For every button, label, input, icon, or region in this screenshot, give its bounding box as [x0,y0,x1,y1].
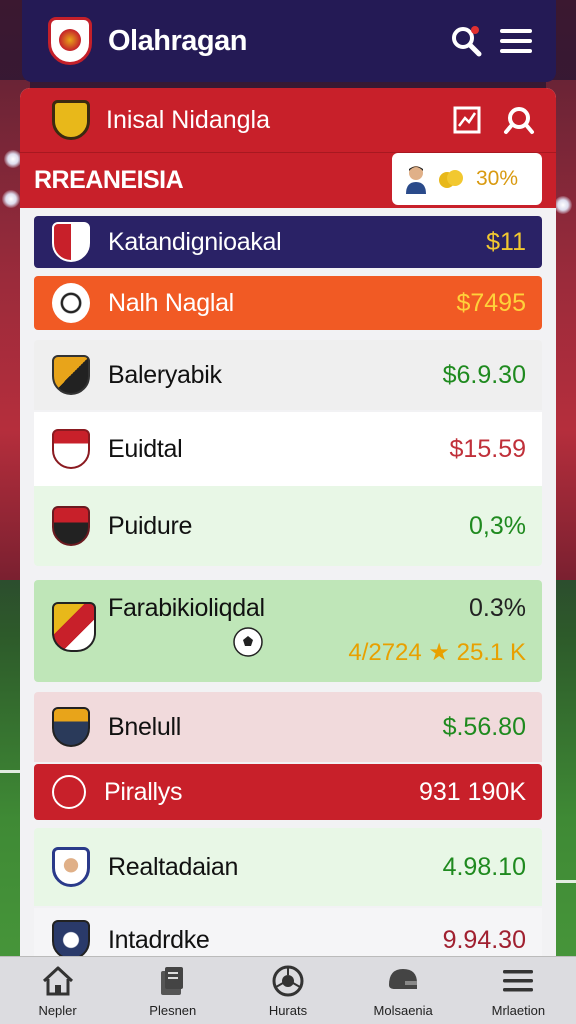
floodlight [2,190,20,208]
ball-icon [272,965,304,997]
club-crest-icon [52,707,90,747]
list-item[interactable]: Bnelull $.56.80 [34,692,542,762]
team-name: Euidtal [108,434,183,463]
floodlight [554,196,572,214]
club-crest-icon [52,602,96,652]
home-icon [42,966,73,996]
club-crest-icon [52,355,90,395]
panel-title: Inisal Nidangla [106,105,270,134]
club-crest-icon [52,222,90,262]
menu-icon [503,970,534,992]
league-summary-card[interactable]: 30% [392,153,542,205]
list-item[interactable]: Baleryabik $6.9.30 [34,340,542,410]
nav-item-results[interactable]: Hurats [238,963,338,1018]
list-item[interactable]: Katandignioakal $11 [34,216,542,268]
pitch-line [556,880,576,883]
app-title: Olahragan [108,24,247,57]
list-item[interactable]: Nalh Naglal $7495 [34,276,542,330]
club-crest-icon [52,775,86,809]
nav-label: Molsaenia [373,1003,433,1018]
standings-panel: Inisal Nidangla RREANEISIA 30% Katandign… [20,88,556,968]
league-percentage: 30% [476,167,519,190]
helmet-icon [389,969,418,989]
search-icon [504,107,534,134]
search-icon [452,26,482,57]
team-value: $.56.80 [442,712,526,741]
bottom-navigation: Nepler Plesnen Hurats Molsaenia Mrlaetio… [0,956,576,1024]
nav-item-team[interactable]: Molsaenia [353,963,453,1018]
team-name: Realtadaian [108,852,239,881]
list-item[interactable]: Realtadaian 4.98.10 [34,828,542,906]
football-icon [233,627,263,657]
team-value: 0.3% [469,594,526,622]
clipboard-icon [160,967,183,995]
team-value: 4.98.10 [442,852,526,881]
club-crest-icon [52,429,90,469]
team-value: $6.9.30 [442,360,526,389]
club-crest-icon [52,100,90,140]
nav-label: Mrlaetion [491,1003,546,1018]
nav-label: Nepler [38,1003,77,1018]
list-item-highlight[interactable]: Pirallys 931 190K [34,764,542,820]
team-value: $11 [486,227,526,256]
team-name: Katandignioakal [108,227,282,256]
team-name: Farabikioliqdal [108,594,265,622]
club-crest-icon [52,283,90,323]
panel-header: Inisal Nidangla [20,88,556,152]
pitch-line [0,770,20,773]
team-name: Nalh Naglal [108,288,234,317]
club-crest-icon [52,920,90,960]
team-name: Puidure [108,511,193,540]
team-name: Bnelull [108,712,181,741]
team-name: Intadrdke [108,925,210,954]
hamburger-icon [500,29,532,53]
menu-button[interactable] [494,19,538,63]
chart-icon [453,106,481,134]
app-header: Olahragan [22,0,556,82]
club-crest-icon [52,847,90,887]
player-avatar-icon [406,166,426,194]
nav-item-more[interactable]: Mrlaetion [468,963,568,1018]
league-bar[interactable]: RREANEISIA 30% [20,152,556,208]
club-crest-icon [52,506,90,546]
team-sub-value: 4/2724 ★ 25.1 K [348,639,526,666]
list-item[interactable]: Puidure 0,3% [34,486,542,566]
team-value: 9.94.30 [442,925,526,954]
nav-item-schedule[interactable]: Plesnen [123,963,223,1018]
nav-label: Hurats [268,1003,308,1018]
team-value: $7495 [456,288,526,317]
team-value: $15.59 [449,434,526,463]
list-item-featured[interactable]: Farabikioliqdal 4/2724 ★ 25.1 K 0.3% [34,580,542,682]
stats-button[interactable] [450,103,484,137]
list-item[interactable]: Euidtal $15.59 [34,412,542,486]
app-logo-icon [48,17,92,65]
search-button[interactable] [444,19,488,63]
team-value: 931 190K [418,777,526,806]
trophy-icon [439,170,463,188]
team-name: Baleryabik [108,360,222,389]
league-name: RREANEISIA [34,166,184,194]
find-button[interactable] [502,103,536,137]
nav-item-home[interactable]: Nepler [8,963,108,1018]
team-name: Pirallys [104,777,183,806]
team-value: 0,3% [469,511,526,540]
nav-label: Plesnen [149,1003,197,1018]
